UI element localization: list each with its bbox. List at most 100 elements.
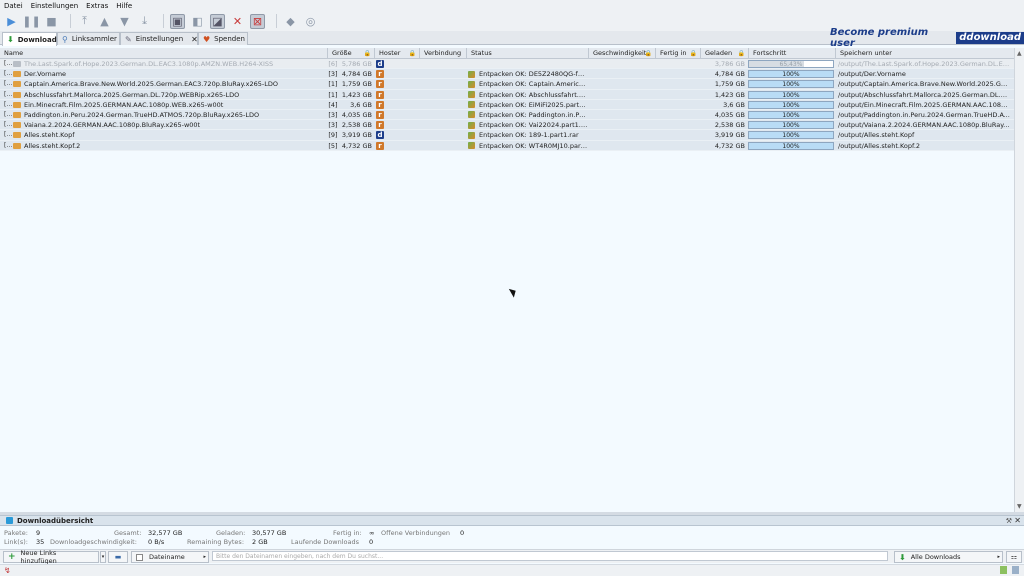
table-row[interactable]: [+] Paddington.in.Peru.2024.German.TrueHD…: [0, 109, 1014, 121]
add-links-button[interactable]: + Neue Links hinzufügen: [3, 549, 99, 565]
package-name: Alles.steht.Kopf: [24, 131, 75, 140]
search-field-select[interactable]: Dateiname ▸: [131, 551, 209, 563]
progress-bar: 100%: [748, 141, 834, 150]
expand-icon[interactable]: [+]: [4, 100, 12, 110]
premium-brand-logo: ddownload: [956, 32, 1024, 44]
column-progress[interactable]: Fortschritt: [749, 48, 836, 59]
stop-downloads-icon[interactable]: ■: [44, 14, 59, 29]
expand-icon[interactable]: [+]: [4, 69, 12, 79]
table-row[interactable]: [+] Vaiana.2.2024.GERMAN.AAC.1080p.BluRay…: [0, 120, 1014, 131]
column-connection[interactable]: Verbindung: [420, 48, 467, 59]
move-up-icon[interactable]: ▲: [97, 14, 112, 29]
package-status: Entpacken OK: DE5Z2480QG-funn...: [479, 70, 588, 79]
menu-extras[interactable]: Extras: [86, 2, 108, 10]
expand-icon[interactable]: [+]: [4, 79, 12, 89]
table-scrollbar[interactable]: ▲ ▼: [1014, 48, 1024, 512]
table-row[interactable]: [+] Abschlussfahrt.Mallorca.2025.German.D…: [0, 89, 1014, 100]
update-icon[interactable]: ◆: [283, 14, 298, 29]
close-overview-icon[interactable]: ✕: [1014, 516, 1021, 526]
table-row[interactable]: [+] The.Last.Spark.of.Hope.2023.German.DL…: [0, 59, 1014, 70]
speed-limit-icon[interactable]: ◎: [303, 14, 318, 29]
tab-spenden[interactable]: ♥ Spenden: [198, 32, 248, 45]
package-name: Paddington.in.Peru.2024.German.TrueHD.AT…: [24, 110, 260, 119]
expand-icon[interactable]: [+]: [4, 130, 12, 140]
view-select[interactable]: ⬇ Alle Downloads ▸: [894, 551, 1003, 563]
column-eta[interactable]: Fertig in 🔒: [656, 48, 701, 59]
column-name[interactable]: Name: [0, 48, 328, 59]
column-settings-button[interactable]: ⚏: [1006, 551, 1022, 563]
silent-mode-icon[interactable]: ⊠: [250, 13, 265, 29]
lock-icon: 🔒: [737, 50, 745, 57]
save-path: /output/Alles.steht.Kopf: [838, 131, 915, 140]
auto-reconnect-icon[interactable]: ◪: [210, 13, 225, 29]
rapidgator-hoster-icon: r: [376, 110, 384, 119]
add-links-dropdown[interactable]: ▾: [100, 551, 106, 563]
menu-hilfe[interactable]: Hilfe: [116, 2, 132, 10]
expand-icon[interactable]: [+]: [4, 90, 12, 100]
column-label: Verbindung: [424, 49, 462, 57]
clipboard-observer-icon[interactable]: ▣: [170, 13, 185, 29]
menu-einstellungen[interactable]: Einstellungen: [31, 2, 78, 10]
wrench-icon[interactable]: ⚒: [1006, 516, 1012, 526]
extract-ok-icon: [468, 131, 475, 139]
progress-bar: 100%: [748, 100, 834, 109]
progress-label: 100%: [782, 91, 800, 99]
close-tab-icon[interactable]: ✕: [191, 35, 198, 44]
column-label: Geschwindigkeit: [593, 49, 647, 57]
table-row[interactable]: [+]Alles.steht.Kopf.2[5]4,732 GBrEntpack…: [0, 140, 1014, 151]
package-loaded: 3,6 GB: [723, 100, 745, 109]
lock-icon: 🔒: [644, 50, 652, 57]
extract-ok-icon: [468, 101, 475, 109]
table-row[interactable]: [+]Alles.steht.Kopf[9]3,919 GBdEntpacken…: [0, 130, 1014, 141]
tab-einstellungen[interactable]: ✎ Einstellungen ✕: [120, 32, 198, 45]
reconnect-icon[interactable]: ◧: [190, 14, 205, 29]
remove-finished-icon[interactable]: ✕: [230, 14, 245, 29]
package-loaded: 3,919 GB: [714, 131, 745, 140]
progress-label: 100%: [782, 132, 800, 140]
scroll-up-icon[interactable]: ▲: [1017, 50, 1022, 57]
checkbox-icon[interactable]: [136, 553, 143, 561]
lock-icon: 🔒: [408, 50, 416, 57]
move-to-bottom-icon[interactable]: ⤓: [137, 14, 152, 29]
package-loaded: 1,423 GB: [714, 90, 745, 99]
remaining-bytes-label: Remaining Bytes:: [187, 538, 245, 546]
column-speed[interactable]: Geschwindigkeit 🔒: [589, 48, 656, 59]
column-status[interactable]: Status: [467, 48, 589, 59]
save-path: /output/Alles.steht.Kopf.2: [838, 141, 921, 150]
package-icon: [13, 142, 21, 149]
move-to-top-icon[interactable]: ⤒: [77, 14, 92, 29]
table-row[interactable]: [+]Der.Vorname[3]4,784 GBrEntpacken OK: …: [0, 69, 1014, 80]
menu-datei[interactable]: Datei: [4, 2, 23, 10]
save-path: /output/The.Last.Spark.of.Hope.2023.Germ…: [838, 60, 1010, 68]
move-down-icon[interactable]: ▼: [117, 14, 132, 29]
expand-icon[interactable]: [+]: [4, 141, 12, 151]
column-label: Fertig in: [660, 49, 687, 57]
toolbar-divider: [70, 14, 71, 28]
package-loaded: 2,538 GB: [714, 121, 745, 130]
column-loaded[interactable]: Geladen 🔒: [701, 48, 749, 59]
rapidgator-hoster-icon: r: [376, 70, 384, 79]
package-name: Vaiana.2.2024.GERMAN.AAC.1080p.BluRay.x2…: [24, 121, 201, 130]
expand-icon[interactable]: [+]: [4, 59, 12, 69]
package-size: 1,423 GB: [341, 90, 372, 99]
expand-icon[interactable]: [+]: [4, 120, 12, 130]
filter-toggle-button[interactable]: ▬: [108, 551, 128, 563]
table-row[interactable]: [+] Ein.Minecraft.Film.2025.GERMAN.AAC.10…: [0, 99, 1014, 110]
search-input[interactable]: Bitte den Dateinamen eingeben, nach dem …: [212, 551, 888, 561]
premium-banner[interactable]: Become premium user ddownload: [830, 27, 1024, 49]
scroll-down-icon[interactable]: ▼: [1017, 503, 1022, 510]
column-save-to[interactable]: Speichern unter: [836, 48, 1014, 59]
download-speed-value: 0 B/s: [148, 538, 165, 546]
table-row[interactable]: [+] Captain.America.Brave.New.World.2025.…: [0, 79, 1014, 90]
start-downloads-icon[interactable]: ▶: [4, 14, 19, 29]
chevron-down-icon: ▸: [997, 554, 1000, 560]
mouse-cursor-icon: [508, 286, 519, 298]
column-hoster[interactable]: Hoster 🔒: [375, 48, 420, 59]
pause-downloads-icon[interactable]: ❚❚: [22, 14, 40, 29]
expand-icon[interactable]: [+]: [4, 110, 12, 120]
column-size[interactable]: Größe 🔒: [328, 48, 375, 59]
package-icon: [13, 71, 21, 78]
tab-download[interactable]: ⬇ Download: [2, 32, 57, 46]
package-count: [3]: [328, 70, 338, 79]
tab-linksammler[interactable]: ⚲ Linksammler: [57, 32, 120, 45]
